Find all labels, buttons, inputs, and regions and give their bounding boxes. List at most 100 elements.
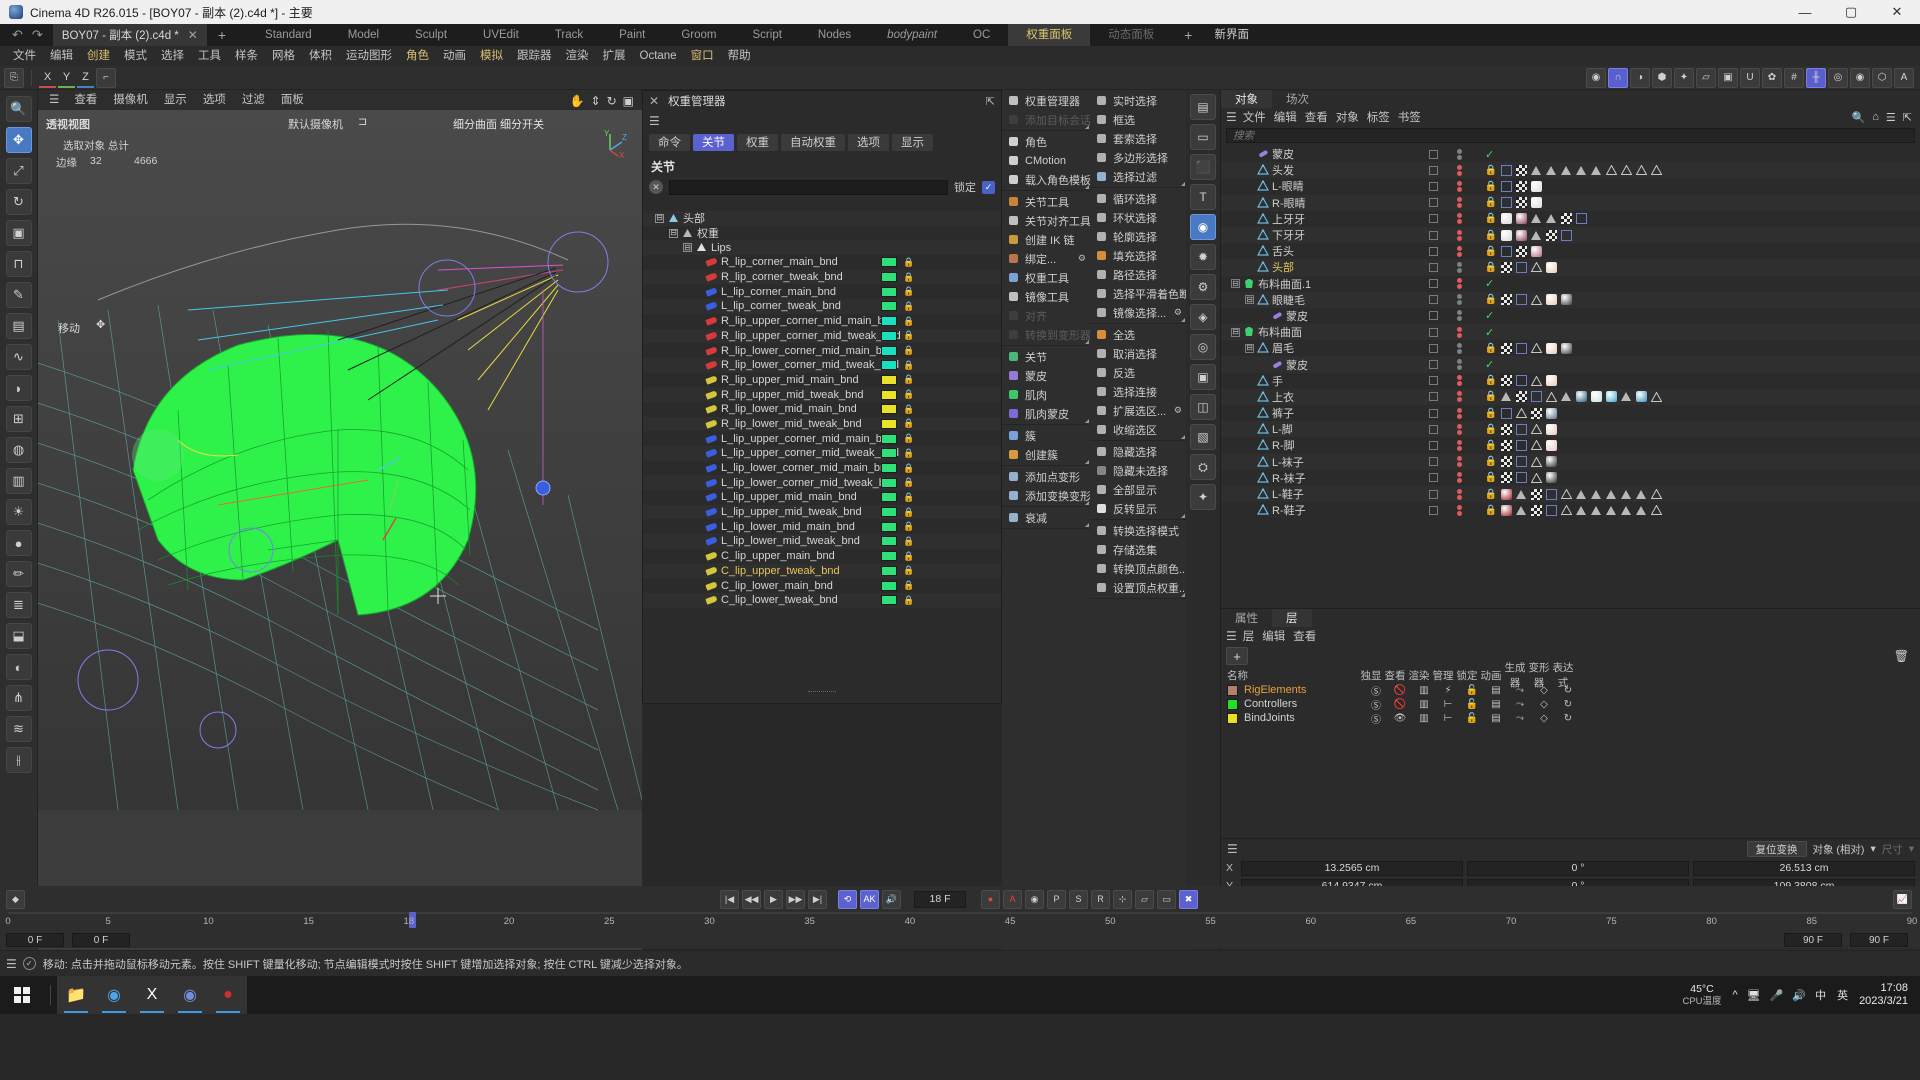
axis-z-lock-icon[interactable]: Z bbox=[77, 68, 94, 88]
clock[interactable]: 17:08 2023/3/21 bbox=[1859, 982, 1908, 1008]
object-tags[interactable]: 🔒 bbox=[1485, 423, 1557, 435]
character-menu-item-2-5[interactable]: 镜像工具 bbox=[1002, 287, 1090, 306]
object-visibility-checkbox[interactable] bbox=[1429, 408, 1438, 418]
joint-row[interactable]: C_lip_lower_main_bnd 🔒 bbox=[643, 578, 1001, 593]
object-visibility-checkbox[interactable] bbox=[1429, 198, 1438, 208]
joint-row[interactable]: R_lip_lower_corner_mid_main_bnd 🔒 bbox=[643, 343, 1001, 358]
phong-tag-icon[interactable] bbox=[1545, 164, 1557, 176]
search-icon[interactable]: 🔍 bbox=[1852, 111, 1866, 124]
material-tag-icon[interactable] bbox=[1545, 439, 1557, 451]
material-tag-icon[interactable] bbox=[1500, 213, 1512, 225]
mograph-icon[interactable]: ✹ bbox=[1190, 244, 1216, 270]
phong-tag-icon[interactable] bbox=[1530, 164, 1542, 176]
joint-color-swatch[interactable] bbox=[881, 301, 897, 312]
play-button[interactable]: ▶ bbox=[764, 889, 783, 909]
joint-row[interactable]: R_lip_lower_corner_mid_tweak_bnd 🔒 bbox=[643, 357, 1001, 373]
joint-lock-icon[interactable]: 🔒 bbox=[903, 316, 914, 327]
lock-tag-icon[interactable]: 🔒 bbox=[1485, 197, 1497, 209]
object-tags[interactable]: 🔒 bbox=[1485, 180, 1542, 192]
object-visibility-checkbox[interactable] bbox=[1429, 505, 1438, 515]
object-row[interactable]: L-袜子 🔒 bbox=[1221, 453, 1920, 470]
phong-tag-icon[interactable] bbox=[1515, 488, 1527, 500]
array-tool[interactable]: ⊞ bbox=[5, 406, 32, 432]
joint-lock-icon[interactable]: 🔒 bbox=[903, 551, 914, 562]
snap-icon[interactable]: U bbox=[1740, 67, 1760, 88]
layer-cell-2[interactable]: ▥ bbox=[1412, 685, 1436, 696]
lock-tag-icon[interactable]: 🔒 bbox=[1485, 423, 1497, 435]
selection-menu-item-3-1[interactable]: 隐藏未选择 bbox=[1090, 461, 1186, 480]
rotation-key-button[interactable]: R bbox=[1091, 889, 1110, 909]
joint-lock-icon[interactable]: 🔒 bbox=[903, 272, 914, 283]
object-row[interactable]: R-眼睛 🔒 bbox=[1221, 194, 1920, 211]
polygon-mode-icon[interactable]: ◑ bbox=[1630, 67, 1650, 88]
character-menu-item-2-4[interactable]: 权重工具 bbox=[1002, 268, 1090, 287]
phong-tag-icon[interactable] bbox=[1590, 164, 1602, 176]
selection-tag-icon[interactable] bbox=[1530, 375, 1542, 387]
layer-cell-5[interactable]: ▤ bbox=[1484, 713, 1508, 724]
joint-color-swatch[interactable] bbox=[881, 463, 897, 474]
material-tag-icon[interactable] bbox=[1590, 391, 1602, 403]
edge-mode-icon[interactable]: ∩ bbox=[1608, 67, 1628, 88]
layer-cell-8[interactable]: ↻ bbox=[1556, 699, 1580, 710]
weight-tab-5[interactable]: 显示 bbox=[892, 133, 933, 151]
gear-icon[interactable]: ⚙ bbox=[1174, 405, 1182, 416]
lock-tag-icon[interactable]: 🔒 bbox=[1485, 164, 1497, 176]
material-tag-icon[interactable] bbox=[1500, 488, 1512, 500]
menu-item-13[interactable]: 跟踪器 bbox=[510, 46, 559, 66]
character-menu-item-2-2[interactable]: 创建 IK 链 bbox=[1002, 230, 1090, 249]
material-tag-icon[interactable] bbox=[1545, 261, 1557, 273]
tool-icon[interactable]: ⛭ bbox=[1190, 454, 1216, 480]
flag-tag-icon[interactable] bbox=[1500, 245, 1512, 257]
redo-icon[interactable]: ↷ bbox=[32, 27, 43, 43]
selection-tag-icon[interactable] bbox=[1530, 342, 1542, 354]
selection-menu-item-1-1[interactable]: 环状选择 bbox=[1090, 208, 1186, 227]
phong-tag-icon[interactable] bbox=[1575, 488, 1587, 500]
object-tags[interactable]: ✓ bbox=[1485, 326, 1494, 339]
object-row[interactable]: 下牙牙 🔒 bbox=[1221, 226, 1920, 244]
layer-cell-7[interactable]: ◇ bbox=[1532, 685, 1556, 696]
simulation-tool[interactable]: ≋ bbox=[5, 716, 32, 742]
object-tags[interactable]: 🔒 bbox=[1485, 488, 1662, 500]
joint-color-swatch[interactable] bbox=[881, 492, 897, 503]
lock-tag-icon[interactable]: 🔒 bbox=[1485, 213, 1497, 225]
expander-icon[interactable]: ⊟ bbox=[655, 213, 664, 223]
param-key-button[interactable]: ⊹ bbox=[1113, 889, 1132, 909]
nurbs-tool[interactable]: ◗ bbox=[5, 375, 32, 401]
object-row[interactable]: 上衣 🔒 bbox=[1221, 388, 1920, 405]
add-layer-button[interactable]: + bbox=[1226, 647, 1248, 665]
joint-row[interactable]: L_lip_corner_tweak_bnd 🔒 bbox=[643, 299, 1001, 314]
joint-lock-icon[interactable]: 🔒 bbox=[903, 301, 914, 312]
expand-icon[interactable]: ⇱ bbox=[1903, 111, 1912, 124]
joint-color-swatch[interactable] bbox=[881, 507, 897, 518]
layer-color-swatch[interactable] bbox=[1227, 698, 1238, 710]
new-view-button[interactable]: 新界面 bbox=[1204, 24, 1259, 46]
spline-tool[interactable]: ∿ bbox=[5, 344, 32, 370]
menu-item-7[interactable]: 网格 bbox=[265, 46, 302, 66]
joint-lock-icon[interactable]: 🔒 bbox=[903, 433, 914, 444]
stack-icon[interactable]: ▧ bbox=[1190, 424, 1216, 450]
phong-tag-icon[interactable] bbox=[1620, 391, 1632, 403]
object-visibility-checkbox[interactable] bbox=[1429, 360, 1438, 370]
texture-mode-icon[interactable]: ✦ bbox=[1674, 67, 1694, 88]
joint-group-row[interactable]: ⊟ Lips bbox=[643, 240, 1001, 256]
expander-icon[interactable]: ⊟ bbox=[1231, 279, 1240, 289]
model-mode-icon[interactable]: ⬢ bbox=[1652, 67, 1672, 88]
joint-lock-icon[interactable]: 🔒 bbox=[903, 565, 914, 576]
object-tags[interactable]: 🔒 bbox=[1485, 229, 1572, 241]
object-tags[interactable]: 🔒 bbox=[1485, 261, 1557, 273]
object-tags[interactable]: ✓ bbox=[1485, 358, 1494, 371]
ime-indicator[interactable]: 英 bbox=[1837, 987, 1848, 1003]
character-menu-item-1-1[interactable]: CMotion bbox=[1002, 151, 1090, 170]
object-visibility-checkbox[interactable] bbox=[1429, 295, 1438, 305]
phong-tag-icon[interactable] bbox=[1530, 213, 1542, 225]
visibility-dots[interactable] bbox=[1457, 407, 1462, 419]
record-button[interactable]: ● bbox=[981, 889, 1000, 909]
coordinate-system-icon[interactable]: ⌐ bbox=[96, 67, 116, 88]
lock-checkbox[interactable]: ✓ bbox=[982, 180, 995, 194]
object-visibility-checkbox[interactable] bbox=[1429, 181, 1438, 191]
material-tag-icon[interactable] bbox=[1605, 391, 1617, 403]
phong-tag-icon[interactable] bbox=[1575, 164, 1587, 176]
object-row[interactable]: 蒙皮 ✓ bbox=[1221, 308, 1920, 324]
layer-cell-6[interactable]: ⤳ bbox=[1508, 713, 1532, 724]
phong-tag-icon[interactable] bbox=[1635, 504, 1647, 516]
